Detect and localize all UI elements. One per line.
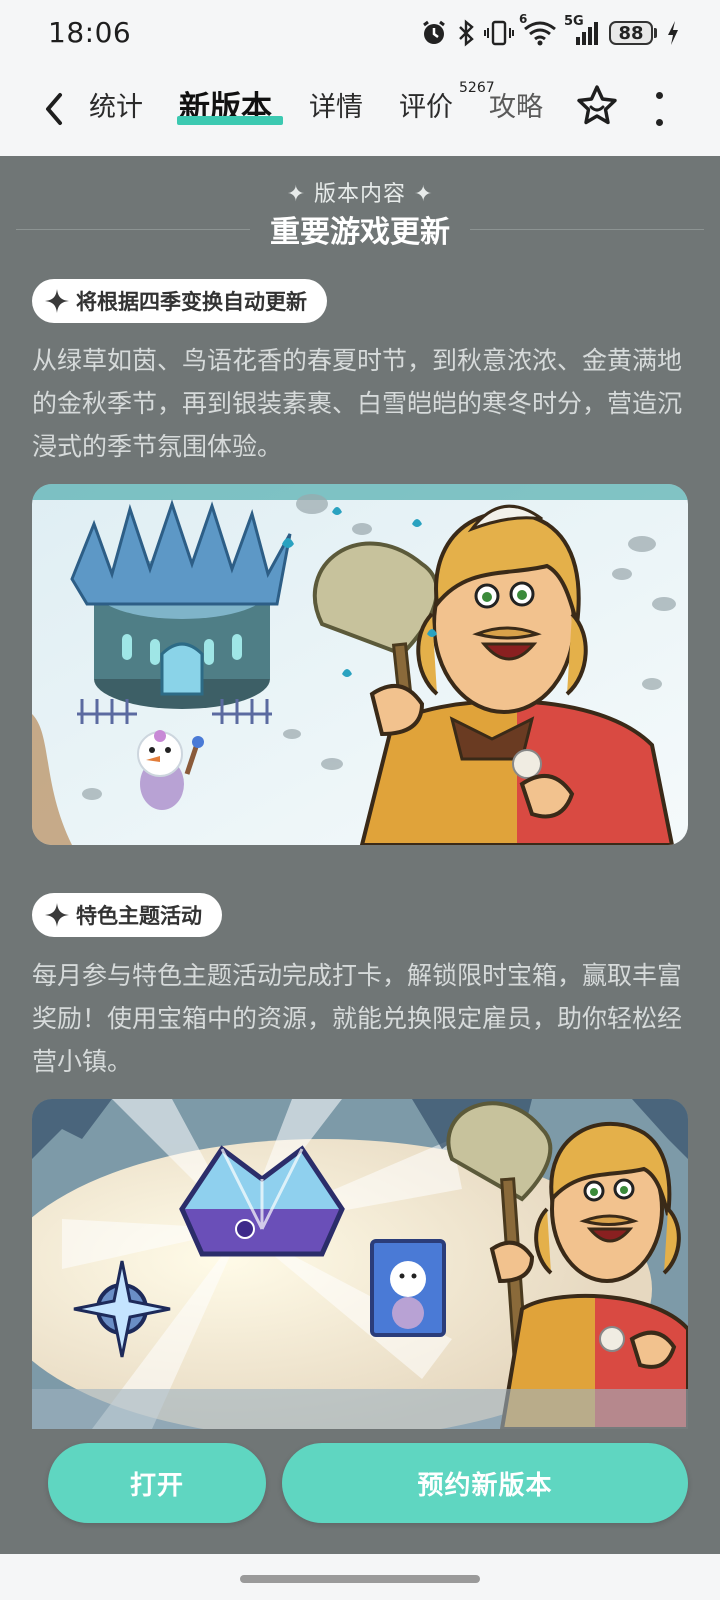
favorite-button[interactable] xyxy=(574,83,620,129)
wifi-label: 6 xyxy=(519,12,528,26)
home-indicator[interactable] xyxy=(240,1575,480,1583)
alarm-icon xyxy=(420,18,448,48)
section-kicker: ✦ 版本内容 ✦ xyxy=(286,182,434,207)
back-button[interactable] xyxy=(36,86,72,132)
divider xyxy=(470,228,704,230)
more-dot xyxy=(655,119,663,126)
battery-level: 88 xyxy=(609,21,653,45)
bluetooth-icon xyxy=(457,18,475,48)
feature-description: 每月参与特色主题活动完成打卡，解锁限时宝箱，赢取丰富奖励！使用宝箱中的资源，就能… xyxy=(32,961,683,1076)
sparkle-icon xyxy=(44,288,70,314)
section-title: 重要游戏更新 xyxy=(270,215,450,250)
sparkle-icon xyxy=(44,902,70,928)
feature-description: 从绿草如茵、鸟语花香的春夏时节，到秋意浓浓、金黄满地的金秋季节，再到银装素裹、白… xyxy=(32,346,683,461)
feature-tag: 将根据四季变换自动更新 xyxy=(32,279,327,323)
open-button[interactable]: 打开 xyxy=(48,1443,266,1523)
section-title-row: 重要游戏更新 xyxy=(16,208,704,250)
active-tab-indicator xyxy=(177,116,283,125)
charging-icon xyxy=(666,18,680,48)
tab-details[interactable]: 详情 xyxy=(309,88,363,128)
more-options-button[interactable] xyxy=(652,92,666,126)
feature-tag-label: 特色主题活动 xyxy=(76,904,202,928)
feature-tag: 特色主题活动 xyxy=(32,893,222,937)
status-bar: 18:06 6 5G 88 xyxy=(0,0,720,66)
battery-indicator: 88 xyxy=(609,21,657,45)
tab-guides[interactable]: 攻略 xyxy=(489,88,543,128)
star-icon xyxy=(577,85,617,125)
screenshot-seasons[interactable] xyxy=(32,484,688,845)
status-icons: 6 5G 88 xyxy=(420,12,680,48)
tab-reviews[interactable]: 评价 xyxy=(399,88,453,128)
vibrate-icon xyxy=(484,18,514,48)
divider xyxy=(16,228,250,230)
wifi-icon: 6 xyxy=(519,12,557,48)
reserve-new-version-button[interactable]: 预约新版本 xyxy=(282,1443,688,1523)
chevron-left-icon xyxy=(46,93,62,125)
feature-tag-label: 将根据四季变换自动更新 xyxy=(76,290,307,314)
review-count-badge: 5267 xyxy=(459,80,495,96)
version-content: ✦ 版本内容 ✦ 重要游戏更新 将根据四季变换自动更新 从绿草如茵、鸟语花香的春… xyxy=(0,156,720,1554)
network-label: 5G xyxy=(564,14,584,29)
status-time: 18:06 xyxy=(48,16,132,49)
tab-stats[interactable]: 统计 xyxy=(89,88,143,128)
screenshot-events[interactable] xyxy=(32,1099,688,1429)
signal-icon: 5G xyxy=(564,14,600,48)
more-dot xyxy=(655,92,663,99)
